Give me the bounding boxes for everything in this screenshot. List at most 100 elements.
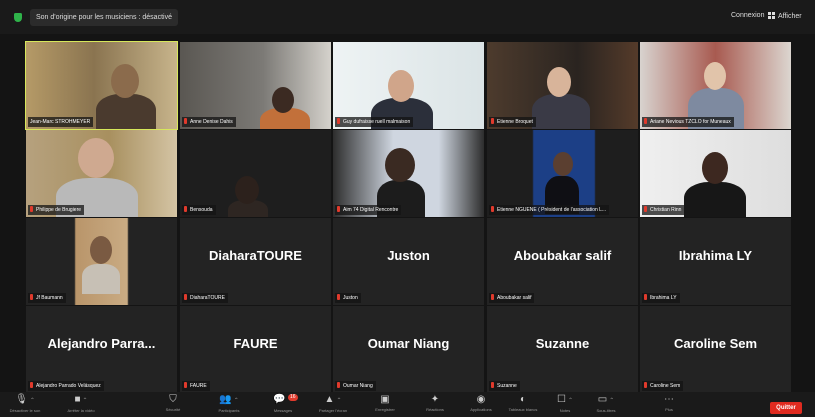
toolbar-label: Sécurité xyxy=(165,407,181,412)
security-icon-glyph: ⛉ xyxy=(169,394,177,405)
caret-up-icon[interactable]: ⌃ xyxy=(609,398,614,404)
caret-up-icon[interactable]: ⌃ xyxy=(234,398,239,404)
muted-microphone-icon xyxy=(184,294,187,300)
participant-tile[interactable]: Philippe de Brugiere xyxy=(26,130,177,217)
participant-video xyxy=(487,130,638,217)
participant-caption: Bensouda xyxy=(182,205,216,215)
participant-body xyxy=(96,94,156,129)
captions-button[interactable]: ▭ ⌃ Sous-titres xyxy=(585,394,627,417)
participant-caption-text: Etienne NGUENE ( Président de l'associat… xyxy=(497,207,607,213)
participant-tile[interactable]: Guy dufraisse ruell malmaison xyxy=(333,42,484,129)
meeting-top-bar: Son d'origine pour les musiciens : désac… xyxy=(0,0,815,34)
participant-name: FAURE xyxy=(233,336,278,351)
participant-face xyxy=(78,138,114,178)
leave-meeting-button[interactable]: Quitter xyxy=(770,402,802,414)
toolbar-label: Réactions xyxy=(426,407,444,412)
participant-caption: FAURE xyxy=(182,381,210,391)
participant-tile[interactable]: Suzanne Suzanne xyxy=(487,306,638,393)
participant-tile[interactable]: Juston Juston xyxy=(333,218,484,305)
toolbar-label: Sous-titres xyxy=(596,408,616,413)
participant-tile[interactable]: DiaharaTOURE DiaharaTOURE xyxy=(180,218,331,305)
participants-button[interactable]: 👥 ⌃ Participants xyxy=(208,394,250,417)
participant-tile[interactable]: Oumar Niang Oumar Niang xyxy=(333,306,484,393)
microphone-icon: 🎙 ⌃ xyxy=(4,394,46,407)
participant-face xyxy=(235,176,259,204)
caret-up-icon[interactable]: ⌃ xyxy=(30,398,35,404)
participant-video xyxy=(26,218,177,305)
apps-button[interactable]: ◉ Applications xyxy=(460,394,502,417)
participants-icon-glyph: 👥 xyxy=(219,394,232,405)
toolbar-label: Notes xyxy=(559,408,571,413)
participant-caption-text: Ariane Nevious TZCLO for Muneaux xyxy=(650,119,731,125)
microphone-button[interactable]: 🎙 ⌃ Désactiver le son xyxy=(4,394,46,417)
participant-caption: Ibrahima LY xyxy=(642,293,680,303)
original-sound-label[interactable]: Son d'origine pour les musiciens : désac… xyxy=(30,9,178,26)
participant-caption: Aboubakar salif xyxy=(489,293,535,303)
whiteboard-icon: ◐ xyxy=(502,394,544,406)
participant-tile[interactable]: Alejandro Parra... Alejandro Parrado Velá… xyxy=(26,306,177,393)
caret-up-icon[interactable]: ⌃ xyxy=(83,398,88,404)
participant-tile[interactable]: Christian Rinn xyxy=(640,130,791,217)
unread-messages-badge: 16 xyxy=(288,394,298,401)
toolbar-label: Enregistrer xyxy=(375,407,395,412)
participant-tile[interactable]: Ariane Nevious TZCLO for Muneaux xyxy=(640,42,791,129)
participant-tile[interactable]: Bensouda xyxy=(180,130,331,217)
participant-tile[interactable]: Anne Denise Dahis xyxy=(180,42,331,129)
caret-up-icon[interactable]: ⌃ xyxy=(568,398,573,404)
participant-caption: Guy dufraisse ruell malmaison xyxy=(335,117,414,127)
participant-caption-text: Ibrahima LY xyxy=(650,295,677,301)
camera-button[interactable]: ■ ⌃ Arrêter la vidéo xyxy=(60,394,102,417)
participant-tile[interactable]: Etienne NGUENE ( Président de l'associat… xyxy=(487,130,638,217)
participant-caption: Jf Baumann xyxy=(28,293,66,303)
chat-icon-glyph: 💬 xyxy=(273,394,286,405)
reactions-button[interactable]: ✦ Réactions xyxy=(414,394,456,417)
meeting-toolbar: 🎙 ⌃ Désactiver le son ■ ⌃ Arrêter la vidéo ⛉ Sé… xyxy=(0,392,815,417)
participant-tile[interactable]: Aim 74 Digital Rencontre xyxy=(333,130,484,217)
share-screen-icon: ▲ ⌃ xyxy=(312,394,354,407)
participant-caption-text: Suzanne xyxy=(497,383,517,389)
reactions-icon-glyph: ✦ xyxy=(430,394,440,405)
apps-icon-glyph: ◉ xyxy=(476,394,486,405)
participant-name: Aboubakar salif xyxy=(513,248,612,263)
participant-caption-text: Jf Baumann xyxy=(36,295,63,301)
connexion-link[interactable]: Connexion xyxy=(731,12,764,19)
participant-caption-text: Jean-Marc STROHMEYER xyxy=(30,119,91,125)
participant-caption-text: Guy dufraisse ruell malmaison xyxy=(343,119,411,125)
participant-tile[interactable]: Caroline Sem Caroline Sem xyxy=(640,306,791,393)
participant-video xyxy=(26,42,177,129)
record-button[interactable]: ▣ Enregistrer xyxy=(364,394,406,417)
whiteboard-button[interactable]: ◐ Tableaux blancs xyxy=(502,394,544,417)
toolbar-label: Participants xyxy=(218,408,240,413)
participant-tile[interactable]: Aboubakar salif Aboubakar salif xyxy=(487,218,638,305)
participant-caption: Ariane Nevious TZCLO for Muneaux xyxy=(642,117,734,127)
more-icon: ⋯ xyxy=(648,394,690,406)
toolbar-label: Partager l'écran xyxy=(318,408,348,413)
participant-body xyxy=(684,182,746,217)
captions-icon-glyph: ▭ xyxy=(597,394,608,405)
view-button[interactable]: Afficher xyxy=(768,12,802,20)
participant-tile[interactable]: Etienne Broquet xyxy=(487,42,638,129)
more-button[interactable]: ⋯ Plus xyxy=(648,394,690,417)
muted-microphone-icon xyxy=(184,382,187,388)
chat-button[interactable]: 💬 ⌃ Messages 16 xyxy=(262,394,304,417)
security-button[interactable]: ⛉ Sécurité xyxy=(152,394,194,417)
participant-caption-text: Oumar Niang xyxy=(343,383,373,389)
participant-caption: Philippe de Brugiere xyxy=(28,205,85,215)
muted-microphone-icon xyxy=(337,206,340,212)
participant-caption: Alejandro Parrado Velásquez xyxy=(28,381,104,391)
participant-caption: Juston xyxy=(335,293,361,303)
participant-tile[interactable]: FAURE FAURE xyxy=(180,306,331,393)
participant-caption: Suzanne xyxy=(489,381,520,391)
notes-button[interactable]: ☐ ⌃ Notes xyxy=(544,394,586,417)
participant-video xyxy=(640,42,791,129)
participant-caption-text: Juston xyxy=(343,295,358,301)
participant-tile[interactable]: Jf Baumann xyxy=(26,218,177,305)
share-screen-button[interactable]: ▲ ⌃ Partager l'écran xyxy=(312,394,354,417)
participant-tile[interactable]: Ibrahima LY Ibrahima LY xyxy=(640,218,791,305)
participant-caption-text: Alejandro Parrado Velásquez xyxy=(36,383,101,389)
participant-caption-text: Bensouda xyxy=(190,207,213,213)
participant-tile[interactable]: Jean-Marc STROHMEYER xyxy=(25,41,178,130)
encryption-shield-icon[interactable] xyxy=(14,13,22,22)
participant-video xyxy=(333,42,484,129)
caret-up-icon[interactable]: ⌃ xyxy=(336,398,341,404)
